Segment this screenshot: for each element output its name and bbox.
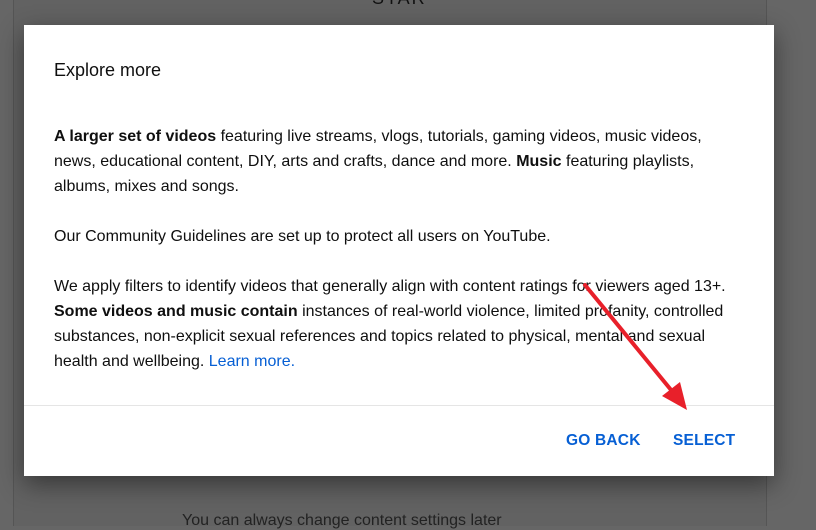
description-paragraph: A larger set of videos featuring live st… — [54, 124, 744, 199]
dialog-title: Explore more — [54, 60, 162, 80]
explore-more-dialog: Explore more A larger set of videos feat… — [24, 25, 774, 476]
dialog-body: A larger set of videos featuring live st… — [54, 124, 744, 399]
bold-text: Music — [516, 153, 562, 170]
select-button[interactable]: SELECT — [673, 432, 735, 450]
guidelines-paragraph: Our Community Guidelines are set up to p… — [54, 228, 551, 245]
divider — [24, 405, 774, 406]
background-title: STAR — [372, 0, 427, 9]
text: We apply filters to identify videos that… — [54, 278, 726, 295]
background-note: You can always change content settings l… — [182, 512, 502, 529]
go-back-button[interactable]: GO BACK — [566, 432, 641, 450]
learn-more-link[interactable]: Learn more. — [209, 353, 295, 370]
bold-text: Some videos and music contain — [54, 303, 298, 320]
filters-paragraph: We apply filters to identify videos that… — [54, 274, 744, 374]
bold-text: A larger set of videos — [54, 128, 217, 145]
